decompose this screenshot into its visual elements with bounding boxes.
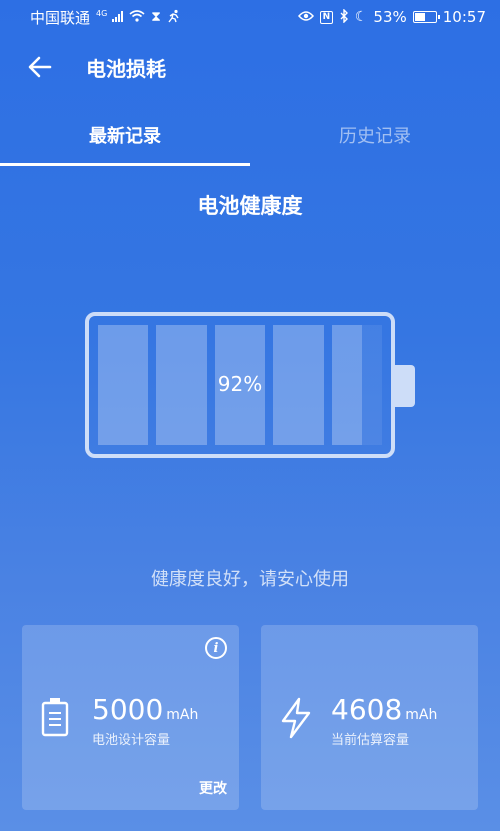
health-percent: 92% xyxy=(217,372,263,396)
capacity-unit: mAh xyxy=(166,707,199,723)
design-capacity-label: 电池设计容量 xyxy=(92,733,171,748)
health-title: 电池健康度 xyxy=(197,194,303,218)
wifi-icon xyxy=(129,9,145,25)
info-icon[interactable]: i xyxy=(205,637,227,659)
page-title: 电池损耗 xyxy=(86,56,166,81)
battery-percent: 53% xyxy=(373,8,407,26)
status-bar: 中国联通 4G ⧗ N ☾ 53% 10:57 xyxy=(0,0,500,34)
design-capacity-value: 5000 mAh xyxy=(92,693,199,726)
lightning-icon xyxy=(279,697,313,743)
tab-label: 历史记录 xyxy=(339,126,411,147)
estimated-capacity-value: 4608 mAh xyxy=(331,693,438,726)
tab-latest-record[interactable]: 最新记录 xyxy=(0,108,250,166)
running-icon xyxy=(167,9,181,26)
tab-bar: 最新记录 历史记录 xyxy=(0,108,500,166)
tab-history-record[interactable]: 历史记录 xyxy=(250,108,500,166)
battery-outline-icon xyxy=(40,697,70,741)
arrow-left-icon xyxy=(28,56,52,78)
battery-terminal xyxy=(395,365,415,407)
status-left: 中国联通 4G ⧗ xyxy=(30,7,181,28)
capacity-unit: mAh xyxy=(405,707,438,723)
moon-icon: ☾ xyxy=(354,9,368,25)
nfc-icon: N xyxy=(319,10,333,24)
app-bar: 电池损耗 xyxy=(0,44,500,90)
estimated-capacity-card: 4608 mAh 当前估算容量 xyxy=(261,625,478,810)
change-button[interactable]: 更改 xyxy=(199,778,227,798)
status-right: N ☾ 53% 10:57 xyxy=(297,7,486,26)
eye-icon xyxy=(297,10,314,25)
health-message: 健康度良好，请安心使用 xyxy=(151,569,349,590)
back-button[interactable] xyxy=(20,47,60,87)
network-type-label: 4G xyxy=(96,9,108,18)
tab-label: 最新记录 xyxy=(89,126,161,147)
carrier-label: 中国联通 xyxy=(30,8,91,27)
bluetooth-icon xyxy=(339,7,349,26)
clock: 10:57 xyxy=(442,8,486,26)
estimated-capacity-label: 当前估算容量 xyxy=(331,733,410,748)
hourglass-icon: ⧗ xyxy=(151,9,161,25)
tab-indicator xyxy=(0,163,250,166)
design-capacity-card: i 5000 mAh 电池设计容量 更改 xyxy=(22,625,239,810)
signal-icon: 4G xyxy=(96,8,124,26)
battery-icon xyxy=(412,11,440,23)
